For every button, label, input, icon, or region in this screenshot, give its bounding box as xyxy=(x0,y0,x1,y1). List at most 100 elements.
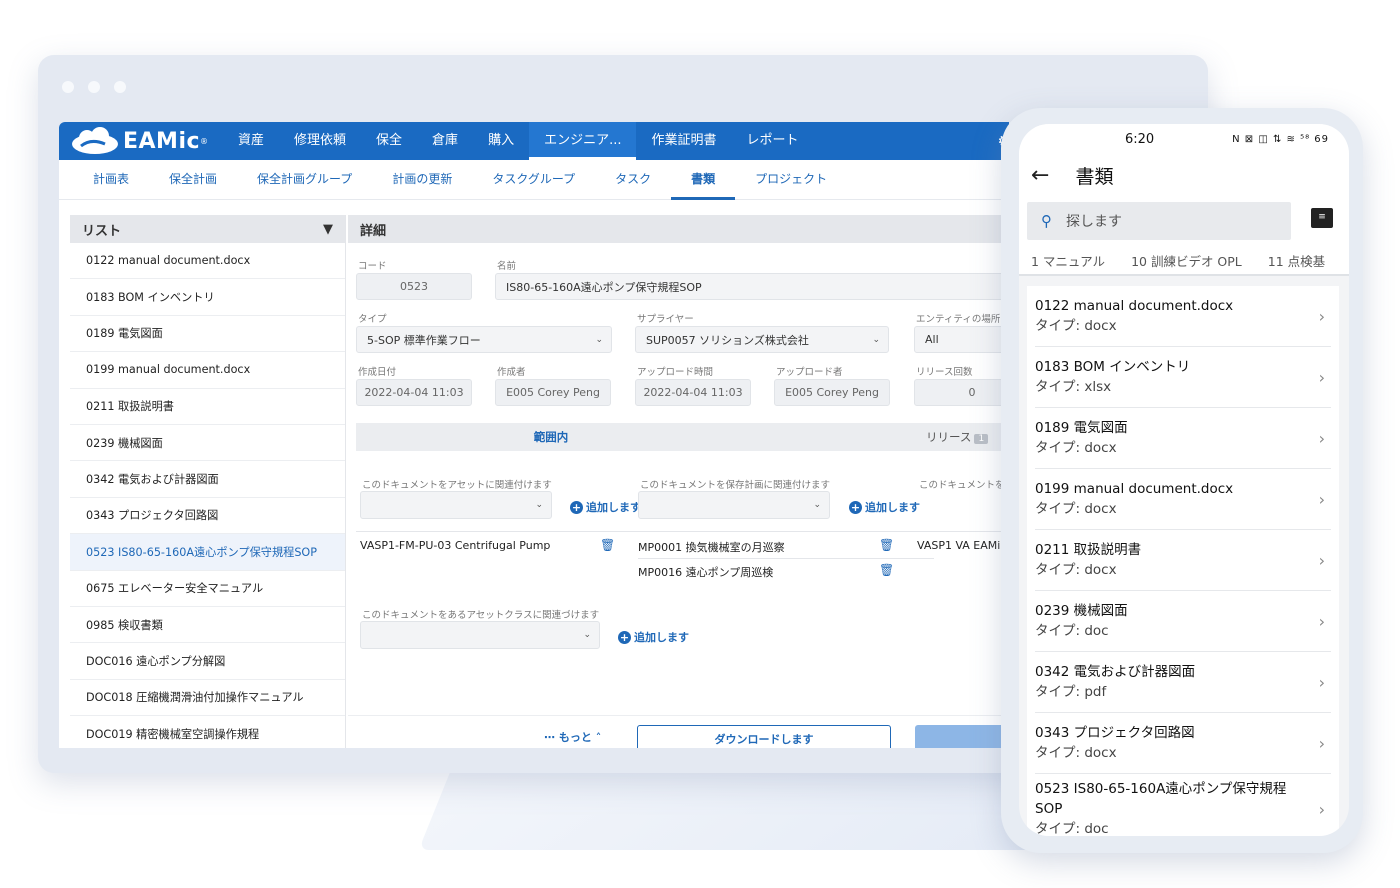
tab-plan-groups[interactable]: 保全計画グループ xyxy=(237,160,372,200)
list-item[interactable]: 0189 電気図面 xyxy=(70,316,345,353)
nav-item-maintenance[interactable]: 保全 xyxy=(361,122,417,160)
tab-projects[interactable]: プロジェクト xyxy=(735,160,847,200)
document-list-panel: リスト ▼ 0122 manual document.docx 0183 BOM… xyxy=(70,215,346,748)
chevron-right-icon: › xyxy=(1318,428,1325,448)
message-icon[interactable]: ≡ xyxy=(1311,208,1333,228)
nav-item-purchase[interactable]: 購入 xyxy=(473,122,529,160)
assoc-class-select[interactable]: ⌄ xyxy=(360,621,600,649)
doc-type: タイプ: xlsx xyxy=(1035,379,1112,395)
phone-list-item[interactable]: 0199 manual document.docx タイプ: docx › xyxy=(1035,469,1331,530)
doc-type: タイプ: doc xyxy=(1035,821,1109,836)
phone-search-input[interactable]: ⚲ 探します xyxy=(1027,202,1291,240)
type-select[interactable]: 5-SOP 標準作業フロー ⌄ xyxy=(356,326,612,353)
back-arrow-icon[interactable]: ← xyxy=(1031,163,1049,188)
phone-list-item[interactable]: 0342 電気および計器図面 タイプ: pdf › xyxy=(1035,652,1331,713)
nav-item-assets[interactable]: 資産 xyxy=(223,122,279,160)
chevron-up-icon: ˄ xyxy=(595,731,602,744)
search-icon: ⚲ xyxy=(1041,212,1052,230)
list-item[interactable]: 0342 電気および計器図面 xyxy=(70,461,345,498)
tab-maintenance-plan[interactable]: 保全計画 xyxy=(149,160,237,200)
chevron-right-icon: › xyxy=(1318,733,1325,753)
add-plan-button[interactable]: + 追加します xyxy=(849,499,920,515)
list-item[interactable]: 0985 検収書類 xyxy=(70,607,345,644)
assoc-asset-select[interactable]: ⌄ xyxy=(360,491,552,519)
chevron-right-icon: › xyxy=(1318,306,1325,326)
chevron-right-icon: › xyxy=(1318,550,1325,570)
code-field[interactable]: 0523 xyxy=(356,273,472,300)
tab-plan-updates[interactable]: 計画の更新 xyxy=(372,160,472,200)
window-dot[interactable] xyxy=(62,81,74,93)
phone-list-item[interactable]: 0189 電気図面 タイプ: docx › xyxy=(1035,408,1331,469)
trash-icon[interactable]: 🗑 xyxy=(879,538,894,552)
phone-list-item[interactable]: 0211 取扱説明書 タイプ: docx › xyxy=(1035,530,1331,591)
doc-name: 0211 取扱説明書 xyxy=(1035,542,1142,558)
list-item[interactable]: 0122 manual document.docx xyxy=(70,243,345,280)
nav-item-engineering[interactable]: エンジニア... xyxy=(529,122,637,160)
sub-nav: 計画表 保全計画 保全計画グループ 計画の更新 タスクグループ タスク 書類 プ… xyxy=(59,160,1009,200)
add-asset-button[interactable]: + 追加します xyxy=(570,499,641,515)
more-icon: ⋯ xyxy=(544,731,555,744)
phone-list-item[interactable]: 0523 IS80-65-160A遠心ポンプ保守規程SOP タイプ: doc › xyxy=(1035,774,1331,836)
list-item[interactable]: 0199 manual document.docx xyxy=(70,352,345,389)
filter-icon[interactable]: ▼ xyxy=(323,222,333,237)
brand-logo[interactable]: EAMic ® xyxy=(59,126,223,156)
add-class-button[interactable]: + 追加します xyxy=(618,629,689,645)
plus-circle-icon: + xyxy=(618,630,631,644)
assoc-class-label: このドキュメントをあるアセットクラスに関連づけます xyxy=(362,610,600,621)
trash-icon[interactable]: 🗑 xyxy=(879,563,894,577)
nav-item-work-certificates[interactable]: 作業証明書 xyxy=(636,122,731,160)
tab-task-groups[interactable]: タスクグループ xyxy=(472,160,595,200)
list-item[interactable]: 0211 取扱説明書 xyxy=(70,389,345,425)
doc-type: タイプ: docx xyxy=(1035,318,1117,334)
tab-scope[interactable]: 範囲内 xyxy=(356,429,746,445)
tab-schedule[interactable]: 計画表 xyxy=(73,160,149,200)
supplier-select[interactable]: SUP0057 ソリションズ株式会社 ⌄ xyxy=(635,326,889,353)
status-bar: 6:20 N ⊠ ◫ ⇅ ≋ ⁵⁸ 69 xyxy=(1019,124,1349,154)
tab-tasks[interactable]: タスク xyxy=(595,160,671,200)
list-item[interactable]: 0183 BOM インベントリ xyxy=(70,279,345,316)
author-label: 作成者 xyxy=(497,367,526,378)
phone-list-item[interactable]: 0239 機械図面 タイプ: doc › xyxy=(1035,591,1331,652)
doc-type: タイプ: docx xyxy=(1035,501,1117,517)
list-item[interactable]: DOC016 遠心ポンプ分解図 xyxy=(70,643,345,680)
uploader-field: E005 Corey Peng xyxy=(774,379,890,406)
entity-label: エンティティの場所 xyxy=(916,314,1001,325)
window-dot[interactable] xyxy=(88,81,100,93)
chevron-right-icon: › xyxy=(1318,672,1325,692)
download-button[interactable]: ダウンロードします xyxy=(637,725,891,748)
name-field[interactable]: IS80-65-160A遠心ポンプ保守規程SOP xyxy=(495,273,1009,300)
list-item[interactable]: 0675 エレベーター安全マニュアル xyxy=(70,571,345,607)
top-navbar: EAMic ® 資産 修理依頼 保全 倉庫 購入 エンジニア... 作業証明書 レ… xyxy=(59,122,1009,160)
window-dot[interactable] xyxy=(114,81,126,93)
category-tab[interactable]: 11 点検基 xyxy=(1268,251,1325,270)
nav-item-reports[interactable]: レポート xyxy=(732,122,814,160)
doc-type: タイプ: docx xyxy=(1035,745,1117,761)
doc-name: 0342 電気および計器図面 xyxy=(1035,664,1196,680)
primary-action-button[interactable] xyxy=(915,725,1009,748)
doc-name: 0189 電気図面 xyxy=(1035,420,1128,436)
chevron-right-icon: › xyxy=(1318,611,1325,631)
list-item[interactable]: DOC018 圧縮機潤滑油付加操作マニュアル xyxy=(70,680,345,717)
chevron-right-icon: › xyxy=(1318,489,1325,509)
nav-item-warehouse[interactable]: 倉庫 xyxy=(417,122,473,160)
list-item[interactable]: 0343 プロジェクタ回路図 xyxy=(70,498,345,535)
trash-icon[interactable]: 🗑 xyxy=(600,538,615,552)
category-tab[interactable]: 1 マニュアル xyxy=(1031,251,1105,270)
doc-name: 0343 プロジェクタ回路図 xyxy=(1035,725,1195,741)
list-item[interactable]: DOC019 精密機械室空調操作規程 xyxy=(70,716,345,748)
category-tab[interactable]: 10 訓練ビデオ OPL xyxy=(1131,251,1242,270)
assoc-plan-item: MP0016 遠心ポンプ周巡検 xyxy=(638,566,774,579)
plus-circle-icon: + xyxy=(849,500,862,514)
list-item-selected[interactable]: 0523 IS80-65-160A遠心ポンプ保守規程SOP xyxy=(70,534,345,571)
entity-select[interactable]: All xyxy=(914,326,1009,353)
tab-documents[interactable]: 書類 xyxy=(671,160,736,200)
phone-list-item[interactable]: 0122 manual document.docx タイプ: docx › xyxy=(1035,286,1331,347)
phone-list-item[interactable]: 0183 BOM インベントリ タイプ: xlsx › xyxy=(1035,347,1331,408)
more-button[interactable]: ⋯ もっと ˄ xyxy=(544,729,601,745)
phone-list-item[interactable]: 0343 プロジェクタ回路図 タイプ: docx › xyxy=(1035,713,1331,774)
assoc-plan-select[interactable]: ⌄ xyxy=(638,491,830,519)
nav-item-repair-requests[interactable]: 修理依頼 xyxy=(279,122,361,160)
supplier-label: サプライヤー xyxy=(637,314,694,325)
list-item[interactable]: 0239 機械図面 xyxy=(70,425,345,462)
tab-release[interactable]: リリース 1 xyxy=(926,429,989,445)
